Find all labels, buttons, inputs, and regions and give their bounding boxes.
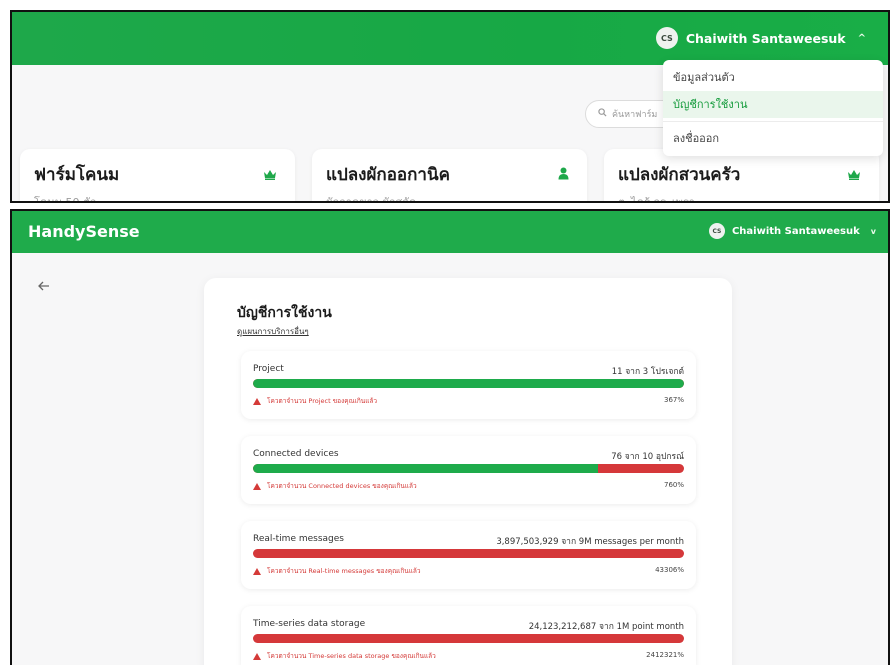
user-menu-trigger[interactable]: CS Chaiwith Santaweesuk v <box>708 223 876 239</box>
user-dropdown-menu: ข้อมูลส่วนตัว บัญชีการใช้งาน ลงชื่อออก <box>663 60 883 156</box>
farm-title: ฟาร์มโคนม <box>34 165 120 185</box>
warning-text: โควตาจำนวน Connected devices ของคุณเกินแ… <box>267 482 417 490</box>
top-header: CS Chaiwith Santaweesuk ^ <box>12 12 888 65</box>
account-card: บัญชีการใช้งาน ดูแผนการบริการอื่นๆ Proje… <box>204 278 732 665</box>
usage-progress-bar <box>253 464 684 473</box>
usage-label: Real-time messages <box>253 534 344 544</box>
usage-progress-bar <box>253 634 684 643</box>
farm-card-dairy[interactable]: ฟาร์มโคนม โคนม 50 ตัว <box>20 149 295 203</box>
usage-progress-fill <box>253 379 684 388</box>
menu-item-account[interactable]: บัญชีการใช้งาน <box>663 91 883 118</box>
usage-warning: โควตาจำนวน Project ของคุณเกินแล้ว <box>253 396 377 406</box>
usage-card-timeseries: Time-series data storage 24,123,212,687 … <box>241 606 696 665</box>
farm-subtitle: โคนม 50 ตัว <box>34 196 97 203</box>
back-arrow-icon[interactable] <box>38 277 50 295</box>
menu-item-profile[interactable]: ข้อมูลส่วนตัว <box>663 64 883 91</box>
usage-card-project: Project 11 จาก 3 โปรเจกต์ โควตาจำนวน Pro… <box>241 351 696 419</box>
user-name: Chaiwith Santaweesuk <box>685 30 846 46</box>
usage-progress-bar <box>253 379 684 388</box>
warning-icon <box>253 567 261 575</box>
menu-divider <box>663 121 883 122</box>
usage-percent: 43306% <box>655 566 684 574</box>
usage-quota: 76 จาก 10 อุปกรณ์ <box>611 452 684 462</box>
usage-label: Time-series data storage <box>253 619 366 629</box>
warning-icon <box>253 482 261 490</box>
warning-icon <box>253 397 261 405</box>
usage-label: Project <box>253 364 284 374</box>
avatar: CS <box>708 223 725 239</box>
farm-title: แปลงผักสวนครัว <box>618 165 741 185</box>
user-name: Chaiwith Santaweesuk <box>731 225 860 237</box>
usage-warning: โควตาจำนวน Time-series data storage ของค… <box>253 651 436 661</box>
app-header: HandySense CS Chaiwith Santaweesuk v <box>12 211 888 253</box>
usage-card-realtime: Real-time messages 3,897,503,929 จาก 9M … <box>241 521 696 589</box>
brand-logo[interactable]: HandySense <box>28 222 140 241</box>
search-placeholder: ค้นหาฟาร์ม <box>612 110 658 120</box>
avatar: CS <box>655 27 678 49</box>
farm-subtitle: ตะไคร้ กระเพรา <box>618 196 695 203</box>
usage-quota: 11 จาก 3 โปรเจกต์ <box>611 367 684 377</box>
chevron-up-icon: ^ <box>857 32 866 44</box>
usage-quota: 24,123,212,687 จาก 1M point month <box>528 622 684 632</box>
warning-text: โควตาจำนวน Project ของคุณเกินแล้ว <box>267 397 378 405</box>
usage-percent: 367% <box>663 396 684 404</box>
usage-label: Connected devices <box>253 449 339 459</box>
zoomed-dropdown-view: CS Chaiwith Santaweesuk ^ ค้นหาฟาร์ม ฟาร… <box>10 10 890 203</box>
usage-quota: 3,897,503,929 จาก 9M messages per month <box>496 537 684 547</box>
usage-progress-bar <box>253 549 684 558</box>
user-menu-trigger[interactable]: CS Chaiwith Santaweesuk ^ <box>655 27 866 49</box>
search-icon <box>598 108 607 120</box>
farm-subtitle: ผักกาดขาว ผักสลัด <box>326 196 417 203</box>
usage-percent: 760% <box>663 481 684 489</box>
warning-text: โควตาจำนวน Time-series data storage ของค… <box>267 652 436 660</box>
crown-icon <box>847 165 861 184</box>
account-usage-view: HandySense CS Chaiwith Santaweesuk v บัญ… <box>10 209 890 665</box>
farm-card-kitchen[interactable]: แปลงผักสวนครัว ตะไคร้ กระเพรา <box>604 149 879 203</box>
person-icon <box>558 165 569 184</box>
menu-item-logout[interactable]: ลงชื่อออก <box>663 125 883 152</box>
warning-text: โควตาจำนวน Real-time messages ของคุณเกิน… <box>267 567 421 575</box>
usage-card-devices: Connected devices 76 จาก 10 อุปกรณ์ โควต… <box>241 436 696 504</box>
usage-percent: 2412321% <box>646 651 684 659</box>
page-title: บัญชีการใช้งาน <box>237 305 332 321</box>
crown-icon <box>263 165 277 184</box>
usage-warning: โควตาจำนวน Connected devices ของคุณเกินแ… <box>253 481 417 491</box>
chevron-down-icon: v <box>870 226 876 236</box>
farm-card-organic[interactable]: แปลงผักออกานิค ผักกาดขาว ผักสลัด <box>312 149 587 203</box>
other-plans-link[interactable]: ดูแผนการบริการอื่นๆ <box>237 325 309 338</box>
warning-icon <box>253 652 261 660</box>
farm-title: แปลงผักออกานิค <box>326 165 450 185</box>
usage-progress-fill <box>253 464 598 473</box>
usage-warning: โควตาจำนวน Real-time messages ของคุณเกิน… <box>253 566 421 576</box>
